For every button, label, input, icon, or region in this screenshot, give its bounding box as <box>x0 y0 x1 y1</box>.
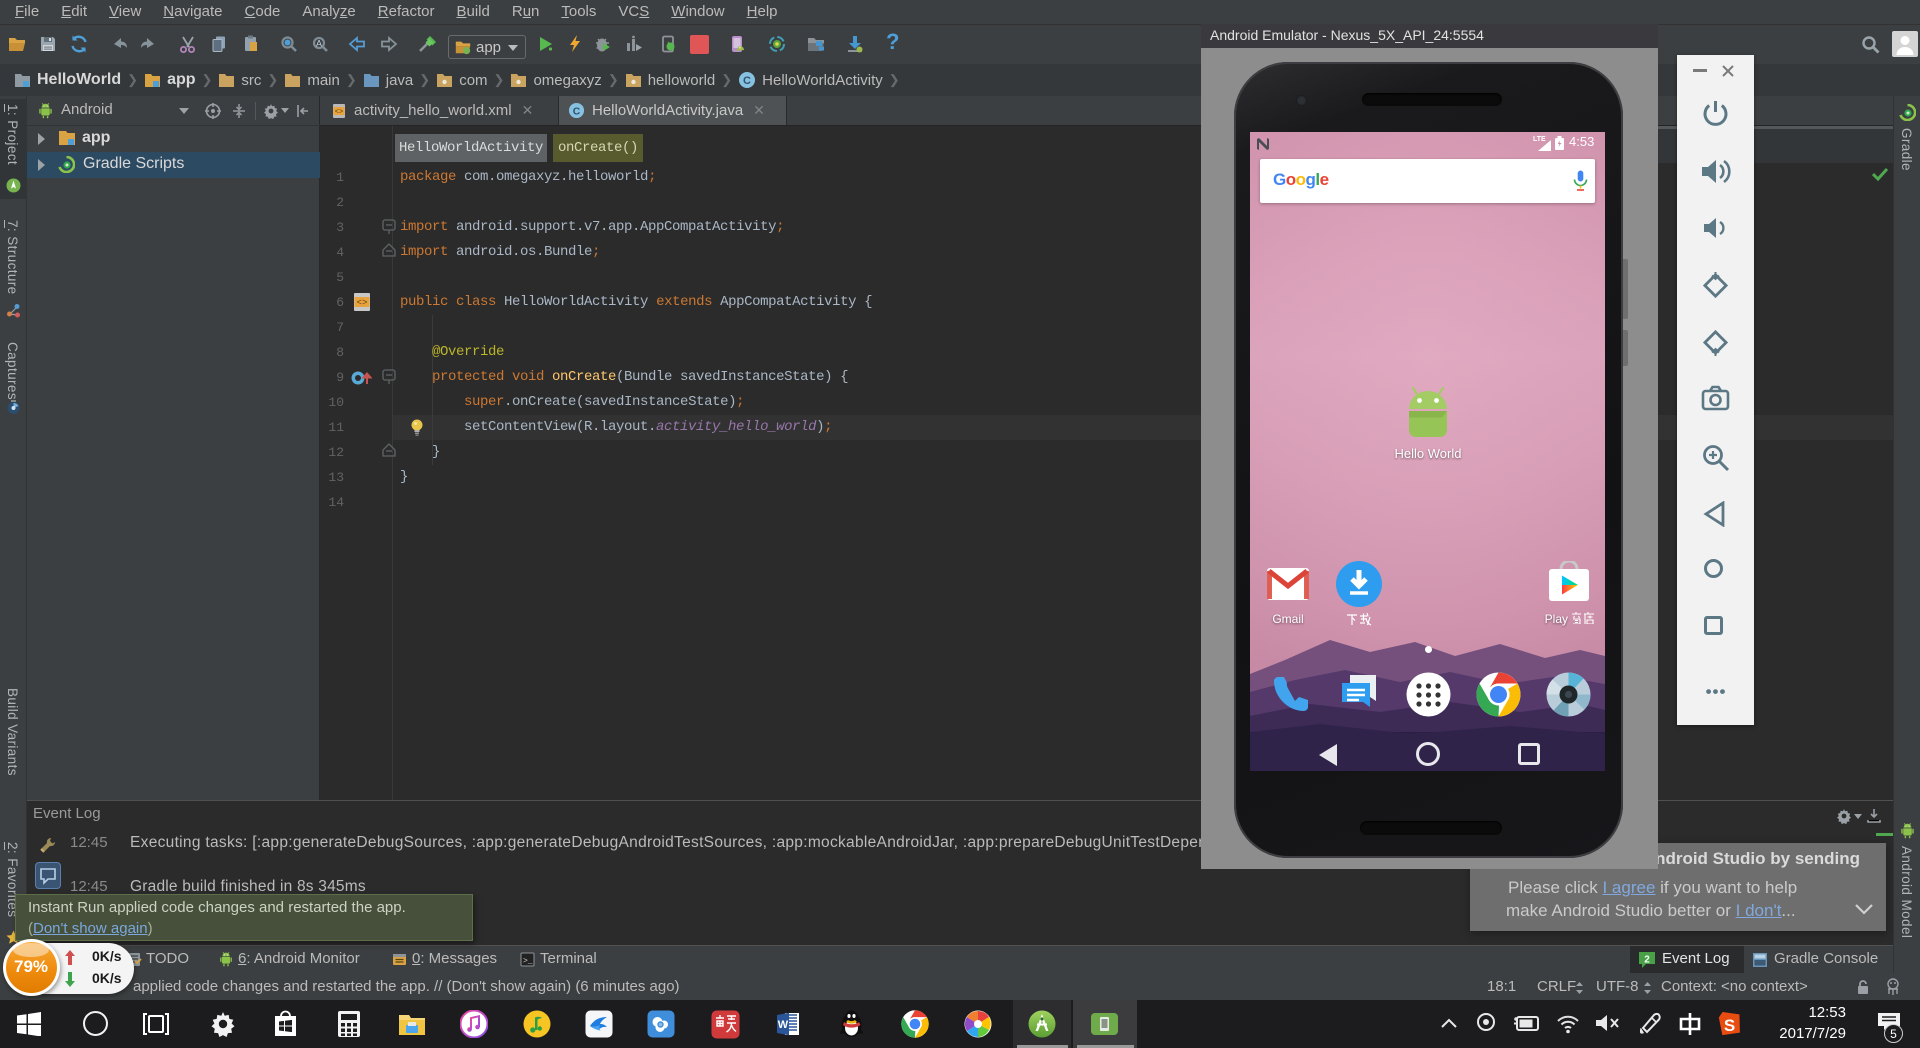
svg-text:A: A <box>316 39 322 49</box>
svg-text:C: C <box>743 75 751 87</box>
svg-text:>_: >_ <box>523 957 533 966</box>
svg-text:<>: <> <box>335 108 343 116</box>
svg-text:W: W <box>778 1019 789 1031</box>
svg-text:S: S <box>1724 1016 1735 1035</box>
svg-text:C: C <box>573 106 581 117</box>
svg-text:<>: <> <box>357 298 368 308</box>
svg-text:2: 2 <box>1644 955 1650 966</box>
